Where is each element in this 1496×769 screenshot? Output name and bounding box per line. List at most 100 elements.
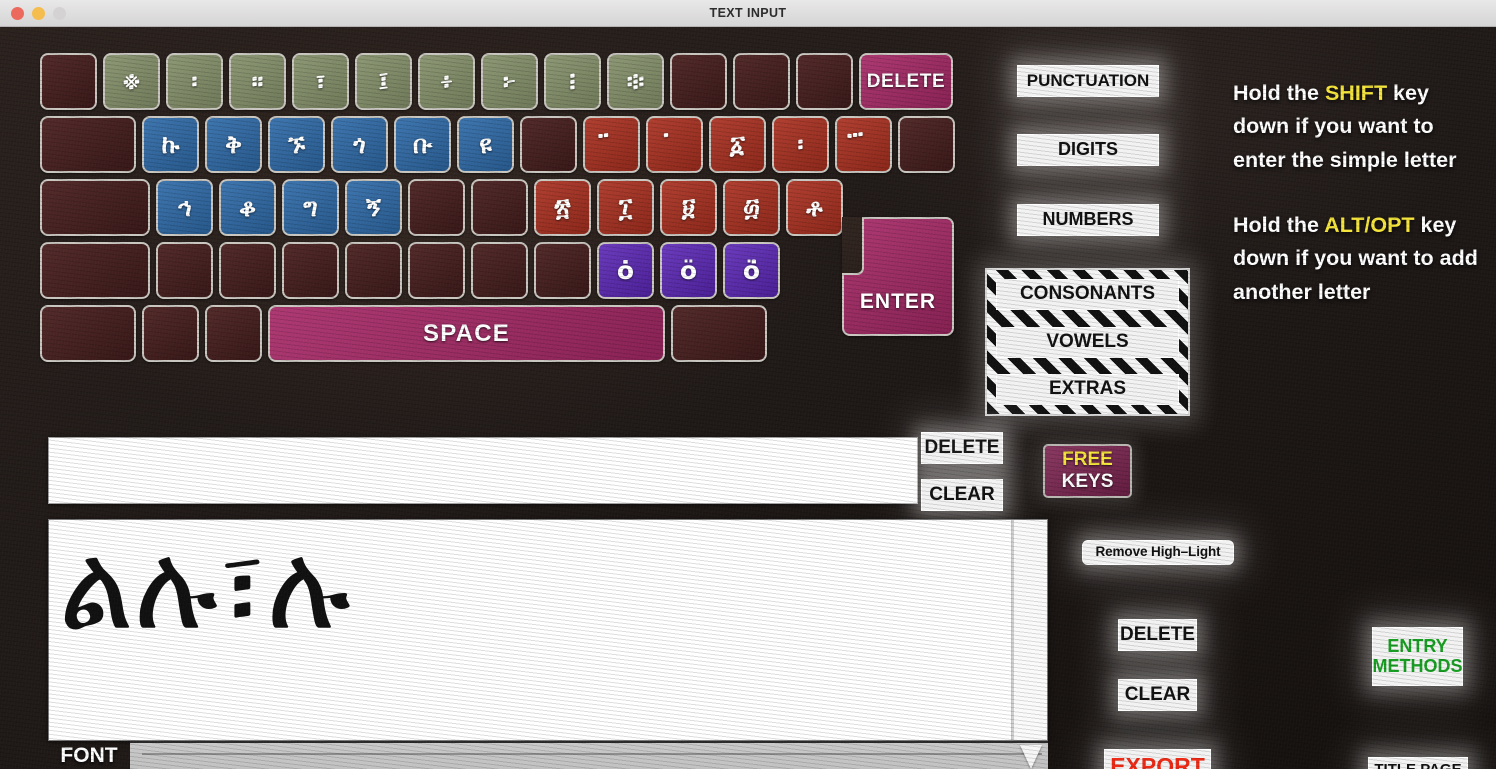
window-titlebar: TEXT INPUT [0,0,1496,27]
digits-button-label: DIGITS [1057,139,1118,160]
key-row-extras-9[interactable]: ö [660,242,717,299]
window-title: TEXT INPUT [709,6,787,20]
punctuation-button[interactable]: PUNCTUATION [1017,65,1159,97]
key-row-consonants-1-4[interactable]: ጎ [331,116,388,173]
key-row-consonants-1-11[interactable]: ፡ [772,116,829,173]
key-blank [282,242,339,299]
key-row-consonants-1-5[interactable]: ቡ [394,116,451,173]
export-button[interactable]: EXPORT [1104,749,1211,769]
font-size-label: FONT SIZE [48,741,130,769]
key-row-punctuation-8[interactable]: ፧ [544,53,601,110]
text-display-scrollbar[interactable] [1011,520,1047,740]
entry-methods-button[interactable]: ENTRY METHODS [1372,627,1463,686]
row-punctuation: ፠ ፡ ። ፣ ፤ ፥ ፦ ፧ ፨ DELETE [40,53,955,110]
key-row-consonants-1-9[interactable]: ፞ [646,116,703,173]
document-clear-label: CLEAR [1124,683,1191,705]
key-row-consonants-1-3[interactable]: ኙ [268,116,325,173]
entry-input-field[interactable] [48,437,918,504]
key-row-punctuation-2[interactable]: ፡ [166,53,223,110]
key-label: ኝ [366,193,381,222]
key-row-consonants-2-9[interactable]: ፱ [660,179,717,236]
vowels-button[interactable]: VOWELS [996,326,1179,358]
document-delete-button[interactable]: DELETE [1118,619,1197,651]
key-blank [40,116,136,173]
key-row-consonants-1-1[interactable]: ኩ [142,116,199,173]
font-size-slider[interactable]: 120 [130,741,1048,769]
key-blank [40,305,136,362]
key-row-consonants-2-4[interactable]: ኝ [345,179,402,236]
key-row-consonants-2-3[interactable]: ግ [282,179,339,236]
key-row-consonants-1-6[interactable]: ዩ [457,116,514,173]
key-blank [671,305,767,362]
key-delete[interactable]: DELETE [859,53,953,110]
font-size-slider-track [142,753,1042,755]
key-label: ፴ [743,193,760,222]
key-blank [733,53,790,110]
font-size-label-line1: FONT [60,744,118,767]
key-row-extras-10[interactable]: ö̇ [723,242,780,299]
document-delete-label: DELETE [1120,623,1195,645]
key-blank [345,242,402,299]
key-row-punctuation-1[interactable]: ፠ [103,53,160,110]
digits-button[interactable]: DIGITS [1017,134,1159,166]
key-row-consonants-2-11[interactable]: ቶ [786,179,843,236]
row-space: SPACE [40,305,955,362]
letter-category-group: CONSONANTS VOWELS EXTRAS [985,268,1190,416]
key-row-consonants-1-2[interactable]: ቅ [205,116,262,173]
key-row-punctuation-4[interactable]: ፣ [292,53,349,110]
key-blank [40,53,97,110]
entry-delete-button[interactable]: DELETE [921,432,1003,464]
instruction-shift: Hold the SHIFT key down if you want to e… [1233,77,1483,177]
key-row-consonants-2-10[interactable]: ፴ [723,179,780,236]
title-page-label: TITLE PAGE [1374,762,1461,769]
key-row-consonants-1-8[interactable]: ፟ [583,116,640,173]
key-label: ቡ [412,130,433,159]
key-row-consonants-2-7[interactable]: ፳ [534,179,591,236]
key-row-extras-8[interactable]: ȯ [597,242,654,299]
key-row-punctuation-7[interactable]: ፦ [481,53,538,110]
entry-methods-line2: METHODS [1372,655,1463,676]
key-label: ፠ [122,67,141,96]
row-consonants-1: ኩ ቅ ኙ ጎ ቡ ዩ፟፞ ፩ ፡፝ [40,116,955,173]
key-blank [534,242,591,299]
instruction-alt: Hold the ALT/OPT key down if you want to… [1233,209,1483,309]
entry-clear-label: CLEAR [929,483,995,505]
key-row-consonants-2-8[interactable]: ፲ [597,179,654,236]
key-row-consonants-1-10[interactable]: ፩ [709,116,766,173]
document-clear-button[interactable]: CLEAR [1118,679,1197,711]
key-label: ፨ [626,67,645,96]
key-label: ። [251,67,264,96]
key-label: ዩ [479,130,492,159]
free-keys-button[interactable]: FREE KEYS [1043,444,1132,498]
key-enter[interactable]: ENTER [842,217,954,336]
consonants-button[interactable]: CONSONANTS [996,279,1179,310]
row-consonants-2: ኅ ቆ ግ ኝ ፳ ፲ ፱ ፴ ቶ [40,179,955,236]
key-label: ፳ [554,193,571,222]
key-blank [40,242,150,299]
key-row-consonants-2-1[interactable]: ኅ [156,179,213,236]
key-blank [142,305,199,362]
key-row-consonants-1-12[interactable]: ፝ [835,116,892,173]
key-row-punctuation-3[interactable]: ። [229,53,286,110]
key-label: ፡ [797,130,804,159]
vowels-button-label: VOWELS [1046,330,1129,352]
extras-button[interactable]: EXTRAS [996,374,1179,405]
key-space[interactable]: SPACE [268,305,665,362]
key-blank [471,179,528,236]
instruction-alt-a: Hold the [1233,212,1325,237]
title-page-button[interactable]: TITLE PAGE [1368,757,1468,769]
key-label: ግ [303,193,318,222]
key-label: ቶ [806,193,823,222]
remove-highlight-button[interactable]: Remove High–Light [1082,540,1234,565]
key-blank [670,53,727,110]
text-display-area[interactable]: ልሉ፣ሉ [48,519,1048,741]
key-row-punctuation-5[interactable]: ፤ [355,53,412,110]
entry-clear-button[interactable]: CLEAR [921,479,1003,511]
key-row-punctuation-9[interactable]: ፨ [607,53,664,110]
numbers-button[interactable]: NUMBERS [1017,204,1159,236]
key-label: ቆ [238,193,257,222]
key-label: ö [679,256,698,285]
key-row-consonants-2-2[interactable]: ቆ [219,179,276,236]
key-row-punctuation-6[interactable]: ፥ [418,53,475,110]
key-blank [219,242,276,299]
